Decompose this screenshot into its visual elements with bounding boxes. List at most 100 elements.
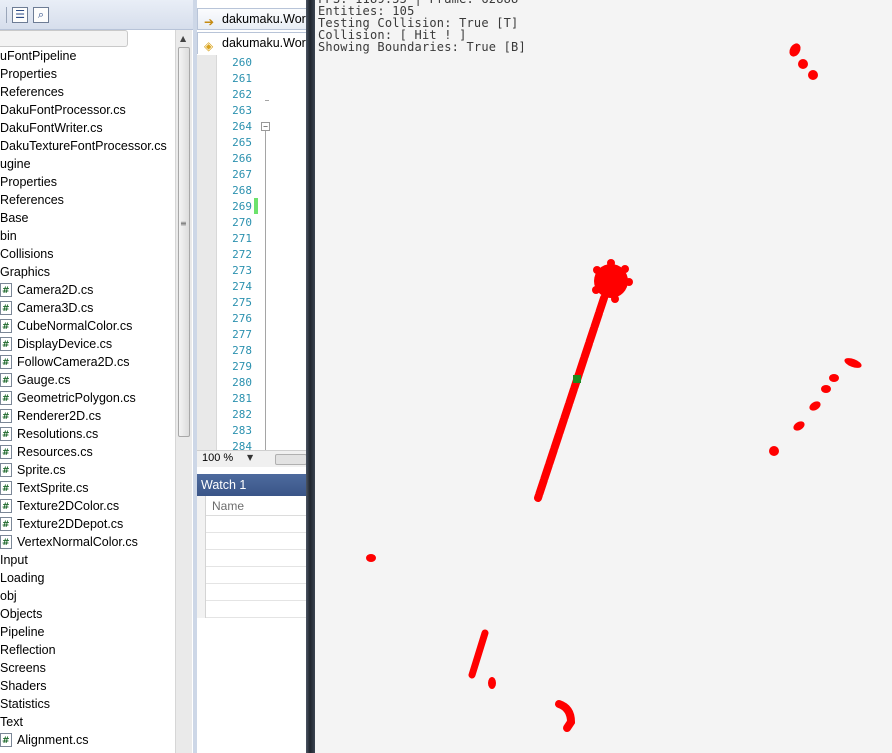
csharp-file-icon	[0, 390, 12, 408]
emitter-sprite	[592, 259, 633, 303]
tree-item-label: Resolutions.cs	[17, 427, 99, 441]
tree-file-item[interactable]: Alignment.cs	[0, 731, 175, 750]
line-number: 283	[232, 424, 252, 437]
watch-title[interactable]: Watch 1	[197, 474, 309, 496]
tree-folder-item[interactable]: Collisions	[0, 245, 175, 263]
game-canvas[interactable]	[315, 0, 892, 753]
csharp-file-icon	[0, 498, 12, 516]
tree-item-label: Gauge.cs	[17, 373, 71, 387]
tree-file-item[interactable]: Camera3D.cs	[0, 299, 175, 318]
tree-file-item[interactable]: CubeNormalColor.cs	[0, 317, 175, 336]
tree-folder-item[interactable]: Properties	[0, 65, 175, 83]
row-header-cell	[197, 533, 206, 550]
tree-folder-item[interactable]: Statistics	[0, 695, 175, 713]
class-icon: ◈	[204, 39, 214, 53]
tree-file-item[interactable]: GeometricPolygon.cs	[0, 389, 175, 408]
tree-folder-item[interactable]: Reflection	[0, 641, 175, 659]
watch-header: Name	[197, 496, 309, 516]
bullet	[808, 70, 818, 80]
tree-item-label: ugine	[0, 157, 31, 171]
tree-item-label: DisplayDevice.cs	[17, 337, 113, 351]
line-number: 277	[232, 328, 252, 341]
line-number: 269	[232, 200, 252, 213]
tree-folder-item[interactable]: Pipeline	[0, 623, 175, 641]
tab-world-class[interactable]: ◈ dakumaku.World	[197, 32, 309, 54]
solution-search-box[interactable]	[0, 30, 128, 47]
horizontal-scrollbar[interactable]	[275, 454, 307, 465]
code-area[interactable]: 260 261 262 263 264 265 266 267 268 269 270 271 272 2…	[197, 55, 309, 453]
watch-row[interactable]	[197, 516, 309, 533]
tree-file-item[interactable]: FollowCamera2D.cs	[0, 353, 175, 372]
tree-item-label: GeometricPolygon.cs	[17, 391, 136, 405]
tree-folder-item[interactable]: Properties	[0, 173, 175, 191]
row-header-cell	[197, 601, 206, 618]
view-class-diagram-icon[interactable]: ⌕	[33, 7, 49, 23]
tree-folder-item[interactable]: DakuFontWriter.cs	[0, 119, 175, 137]
tree-folder-item[interactable]: Base	[0, 209, 175, 227]
tree-folder-item[interactable]: Objects	[0, 605, 175, 623]
window-border	[306, 0, 315, 753]
tree-file-item[interactable]: VertexNormalColor.cs	[0, 533, 175, 552]
tree-item-label: VertexNormalColor.cs	[17, 535, 138, 549]
csharp-file-icon	[0, 336, 12, 354]
watch-row[interactable]	[197, 550, 309, 567]
tree-folder-item[interactable]: Screens	[0, 659, 175, 677]
tree-folder-item[interactable]: Text	[0, 713, 175, 731]
debug-hud: FPS: 1189.55 | Frame: 62888Entities: 105…	[318, 0, 526, 53]
player-hitbox	[573, 375, 581, 383]
tree-folder-item[interactable]: Input	[0, 551, 175, 569]
tree-item-label: Loading	[0, 571, 45, 585]
line-number: 276	[232, 312, 252, 325]
tab-world-navigation[interactable]: ➔ dakumaku.World	[197, 8, 309, 30]
tree-file-item[interactable]: Sprite.cs	[0, 461, 175, 480]
tree-item-label: Reflection	[0, 643, 56, 657]
tree-folder-item[interactable]: DakuTextureFontProcessor.cs	[0, 137, 175, 155]
tree-folder-item[interactable]: DakuFontProcessor.cs	[0, 101, 175, 119]
tab-label: dakumaku.World	[222, 12, 309, 26]
tree-folder-item[interactable]: Loading	[0, 569, 175, 587]
tree-folder-item[interactable]: bin	[0, 227, 175, 245]
tree-folder-item[interactable]: Graphics	[0, 263, 175, 281]
tree-folder-item[interactable]: References	[0, 83, 175, 101]
tree-file-item[interactable]: Texture2DColor.cs	[0, 497, 175, 516]
tree-file-item[interactable]: Gauge.cs	[0, 371, 175, 390]
watch-row[interactable]	[197, 601, 309, 618]
properties-icon[interactable]: ☰	[12, 7, 28, 23]
tree-folder-item[interactable]: obj	[0, 587, 175, 605]
tree-folder-item[interactable]: ugine	[0, 155, 175, 173]
scrollbar-grip-icon: ≡	[180, 219, 187, 228]
chevron-down-icon[interactable]: ▼	[247, 453, 253, 462]
collapse-icon[interactable]: −	[261, 122, 270, 131]
tree-file-item[interactable]: Renderer2D.cs	[0, 407, 175, 426]
line-number: 282	[232, 408, 252, 421]
watch-row[interactable]	[197, 567, 309, 584]
scrollbar-thumb[interactable]	[178, 47, 190, 437]
tree-item-label: TextSprite.cs	[17, 481, 89, 495]
bullet	[809, 401, 821, 411]
game-window[interactable]: FPS: 1189.55 | Frame: 62888Entities: 105…	[315, 0, 892, 753]
watch-row[interactable]	[197, 584, 309, 601]
zoom-level[interactable]: 100 %	[202, 452, 233, 464]
tree-file-item[interactable]: Texture2DDepot.cs	[0, 515, 175, 534]
tree-file-item[interactable]: TextSprite.cs	[0, 479, 175, 498]
tree-folder-item[interactable]: uFontPipeline	[0, 47, 175, 65]
bullet-stream	[555, 700, 576, 732]
tree-file-item[interactable]: Resolutions.cs	[0, 425, 175, 444]
tree-file-item[interactable]: Camera2D.cs	[0, 281, 175, 300]
tree-folder-item[interactable]: References	[0, 191, 175, 209]
tree-file-item[interactable]: Resources.cs	[0, 443, 175, 462]
watch-row[interactable]	[197, 533, 309, 550]
tree-folder-item[interactable]: Shaders	[0, 677, 175, 695]
line-number: 263	[232, 104, 252, 117]
outline-tick	[265, 100, 269, 101]
line-number: 272	[232, 248, 252, 261]
tree-item-label: Text	[0, 715, 23, 729]
bullet-stream	[468, 629, 489, 679]
tree-file-item[interactable]: DisplayDevice.cs	[0, 335, 175, 354]
editor-gutter[interactable]	[197, 55, 217, 450]
line-number: 267	[232, 168, 252, 181]
scroll-up-icon[interactable]: ▲	[180, 34, 186, 43]
line-number: 273	[232, 264, 252, 277]
solution-scrollbar[interactable]: ▲ ≡	[175, 30, 192, 753]
column-header-name[interactable]: Name	[212, 499, 244, 513]
